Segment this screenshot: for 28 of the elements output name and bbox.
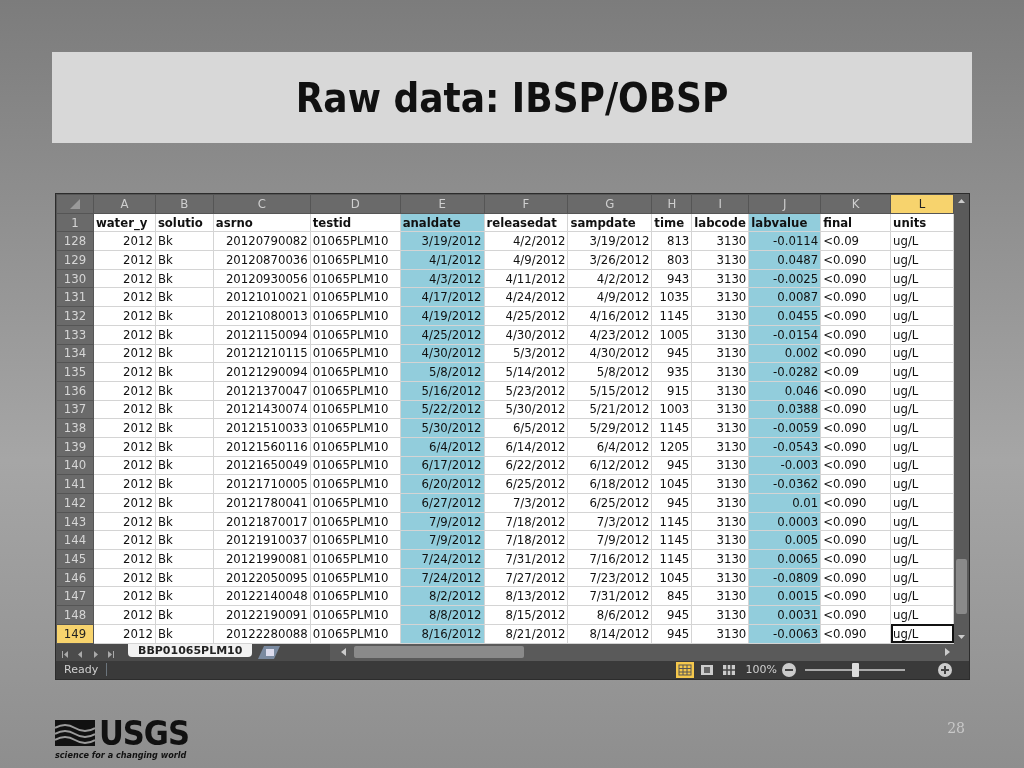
page-number: 28: [947, 719, 965, 736]
column-header[interactable]: B: [155, 194, 214, 214]
column-header[interactable]: C: [213, 194, 311, 214]
table-cell: ug/L: [890, 624, 954, 643]
waves-icon: [55, 719, 95, 746]
column-header[interactable]: K: [820, 194, 891, 214]
column-header[interactable]: G: [567, 194, 652, 214]
column-header[interactable]: L: [890, 194, 954, 214]
column-header[interactable]: H: [651, 194, 692, 214]
column-header[interactable]: E: [400, 194, 484, 214]
column-header[interactable]: D: [310, 194, 401, 214]
zoom-out-icon[interactable]: [781, 661, 797, 678]
column-header[interactable]: F: [484, 194, 568, 214]
column-header[interactable]: J: [748, 194, 821, 214]
new-sheet-icon[interactable]: [256, 643, 283, 660]
logo-wordmark: USGS: [99, 715, 189, 750]
zoom-in-icon[interactable]: [937, 661, 953, 678]
vertical-scrollbar[interactable]: [954, 194, 969, 644]
status-text: Ready: [64, 663, 108, 676]
scrollbar-thumb[interactable]: [956, 558, 967, 614]
slide-title: Raw data: IBSP/OBSP: [295, 74, 729, 121]
scrollbar-thumb[interactable]: [354, 646, 525, 658]
column-header[interactable]: I: [691, 194, 749, 214]
column-header[interactable]: A: [93, 194, 156, 214]
view-normal-button[interactable]: [675, 661, 694, 678]
slider-thumb[interactable]: [852, 662, 859, 677]
zoom-level[interactable]: 100%: [745, 663, 777, 676]
logo-tagline: science for a changing world: [55, 749, 188, 760]
